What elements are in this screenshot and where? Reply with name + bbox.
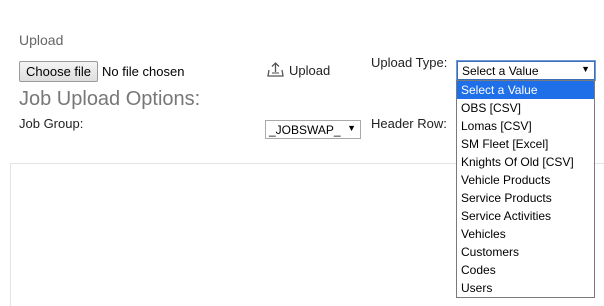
dropdown-option[interactable]: OBS [CSV] [457, 99, 594, 117]
dropdown-option[interactable]: Select a Value [457, 81, 594, 99]
dropdown-option[interactable]: SM Fleet [Excel] [457, 135, 594, 153]
header-row-label: Header Row: [371, 116, 447, 131]
job-group-label: Job Group: [19, 116, 84, 131]
triangle-down-icon: ▼ [347, 123, 356, 133]
dropdown-option[interactable]: Service Activities [457, 207, 594, 225]
job-group-value: _JOBSWAP_ [269, 122, 341, 137]
upload-type-dropdown-list: Select a Value OBS [CSV] Lomas [CSV] SM Fle… [456, 80, 595, 298]
upload-button[interactable]: Upload [267, 62, 330, 78]
upload-heading: Upload [19, 32, 64, 48]
dropdown-option[interactable]: Vehicles [457, 225, 594, 243]
dropdown-option[interactable]: Knights Of Old [CSV] [457, 153, 594, 171]
dropdown-option[interactable]: Vehicle Products [457, 171, 594, 189]
dropdown-option[interactable]: Lomas [CSV] [457, 117, 594, 135]
file-input[interactable]: Choose file No file chosen [19, 61, 184, 82]
dropdown-option[interactable]: Codes [457, 261, 594, 279]
choose-file-button[interactable]: Choose file [19, 61, 99, 82]
upload-type-label: Upload Type: [371, 55, 448, 70]
dropdown-option[interactable]: Service Products [457, 189, 594, 207]
section-title: Job Upload Options: [19, 88, 201, 110]
upload-type-select[interactable]: Select a Value ▼ [456, 60, 596, 81]
job-group-select[interactable]: _JOBSWAP_ ▼ [265, 120, 361, 139]
dropdown-option[interactable]: Users [457, 279, 594, 297]
file-status-text: No file chosen [102, 64, 185, 79]
upload-button-label: Upload [289, 62, 331, 78]
job-upload-page: Upload Choose file No file chosen Upload… [0, 0, 604, 306]
upload-tray-icon [267, 62, 284, 77]
upload-type-value: Select a Value [462, 63, 539, 78]
triangle-down-icon: ▼ [581, 64, 590, 74]
dropdown-option[interactable]: Customers [457, 243, 594, 261]
